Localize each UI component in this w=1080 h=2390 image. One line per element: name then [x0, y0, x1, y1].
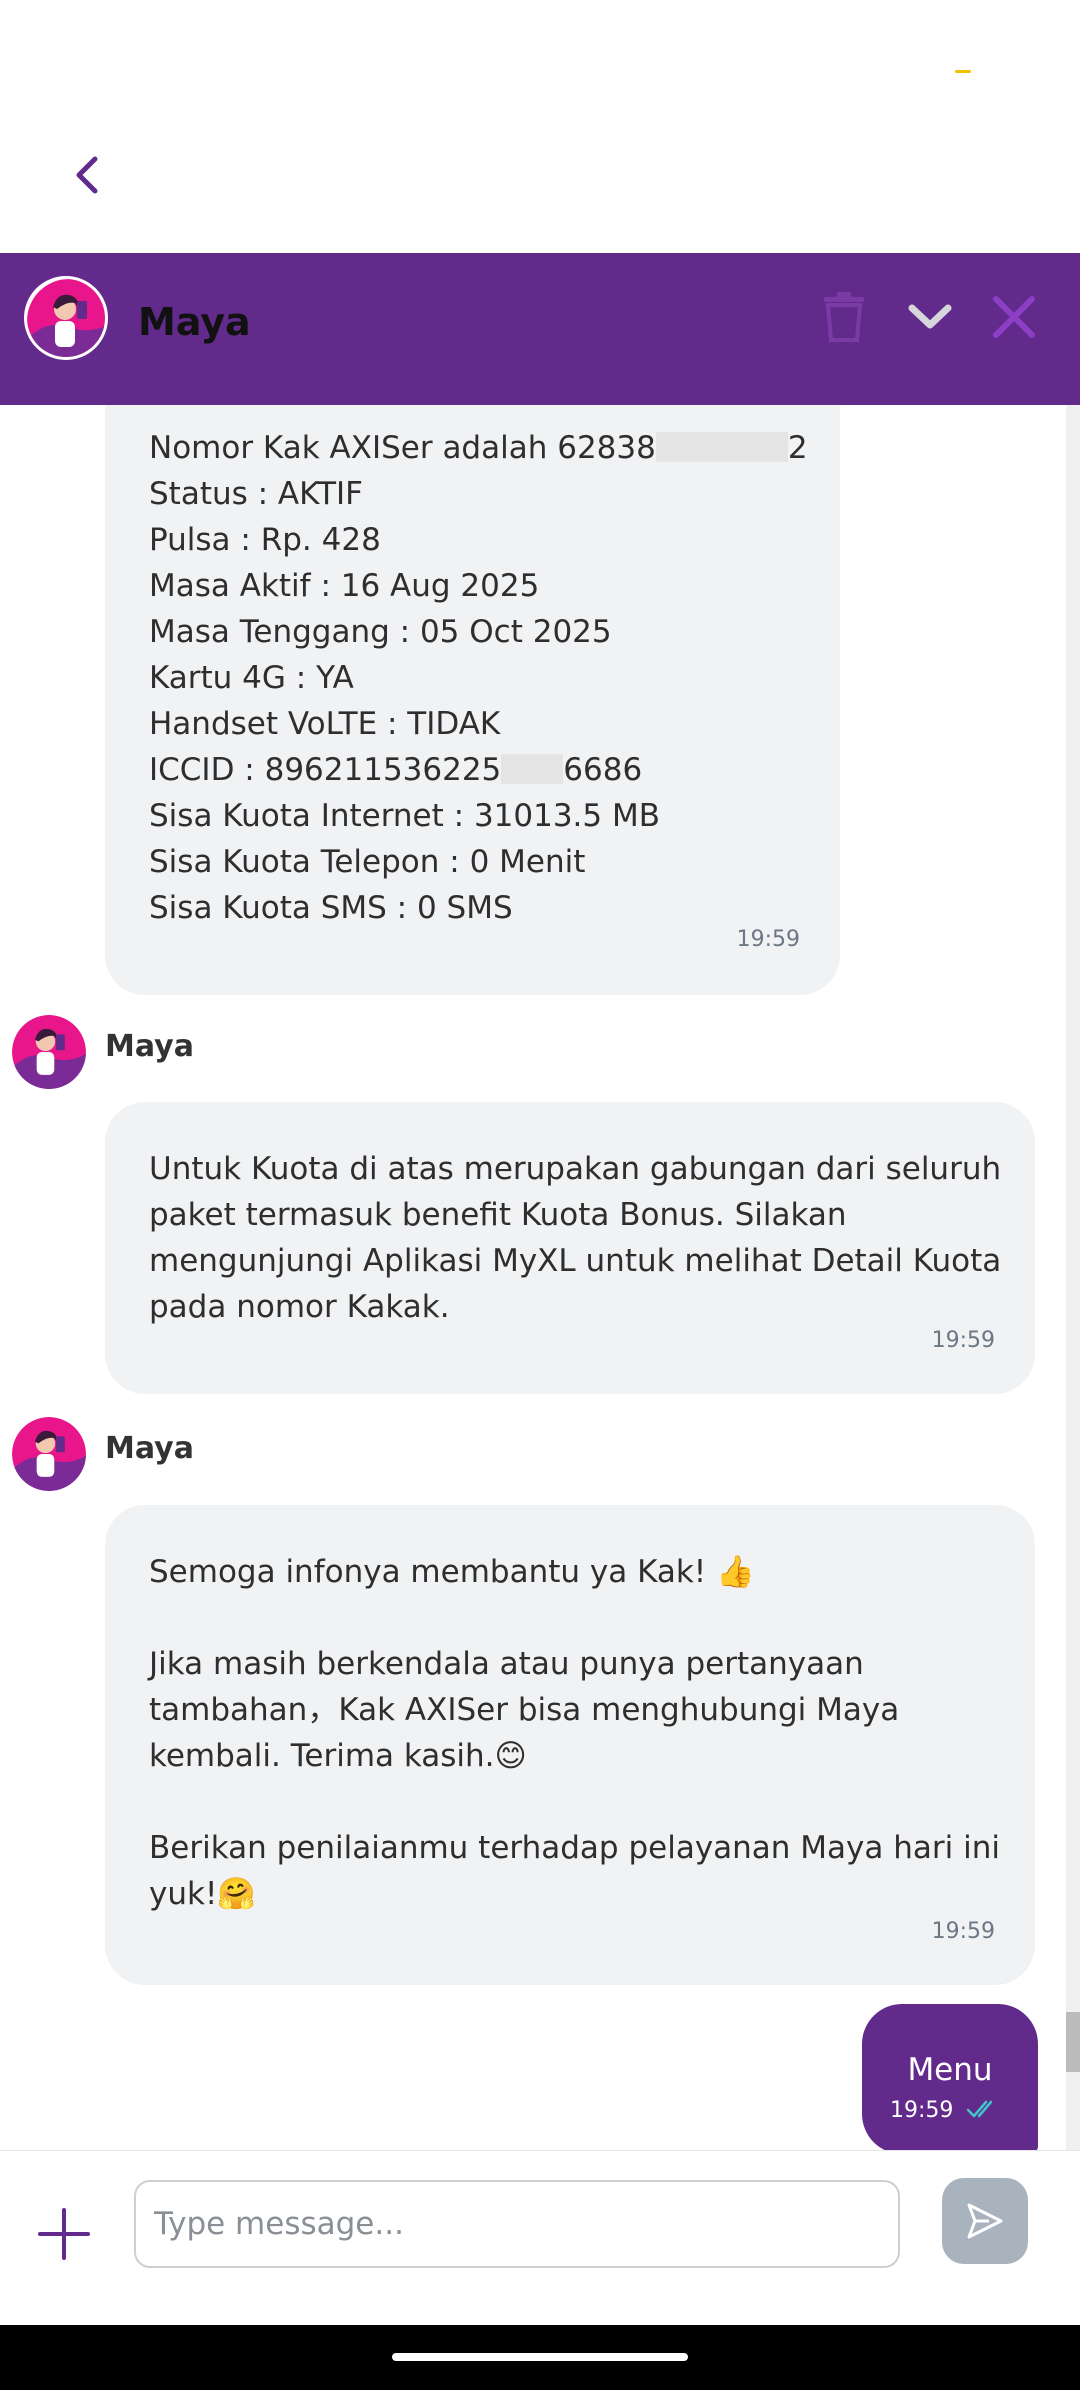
message-line: Semoga infonya membantu ya Kak! 👍 [149, 1554, 755, 1590]
redacted-block [501, 754, 564, 784]
close-icon [993, 296, 1035, 338]
message-list[interactable]: Nomor Kak AXISer adalah 62838 2 Status : … [0, 405, 1080, 2150]
message-line: Pulsa : Rp. 428 [149, 522, 381, 558]
delete-button[interactable] [812, 285, 876, 349]
message-line: kembali. Terima kasih.😊 [149, 1738, 527, 1774]
message-text: Menu [907, 2052, 993, 2088]
double-check-icon [966, 2100, 993, 2118]
message-bubble: Semoga infonya membantu ya Kak! 👍 Jika m… [105, 1505, 1035, 1985]
message-line: Berikan penilaianmu terhadap pelayanan M… [149, 1830, 1000, 1866]
message-line: Sisa Kuota SMS : 0 SMS [149, 890, 513, 926]
message-bubble: Nomor Kak AXISer adalah 62838 2 Status : … [105, 405, 840, 995]
status-indicator [955, 70, 971, 73]
plus-icon [38, 2208, 90, 2260]
message-input-wrapper [134, 2180, 900, 2268]
message-line: Jika masih berkendala atau punya pertany… [149, 1646, 864, 1682]
send-icon [967, 2203, 1003, 2239]
scrollbar-thumb[interactable] [1066, 2012, 1080, 2072]
message-line: Kartu 4G : YA [149, 660, 354, 696]
maya-avatar-icon [12, 1417, 86, 1491]
back-button[interactable] [62, 150, 112, 200]
message-bubble: Untuk Kuota di atas merupakan gabungan d… [105, 1102, 1035, 1394]
message-line: paket termasuk benefit Kuota Bonus. Sila… [149, 1197, 847, 1233]
avatar [24, 276, 108, 360]
message-line: Masa Tenggang : 05 Oct 2025 [149, 614, 612, 650]
message-line: Status : AKTIF [149, 476, 363, 512]
message-line: mengunjungi Aplikasi MyXL untuk melihat … [149, 1243, 1002, 1279]
menu-message-bubble[interactable]: Menu 19:59 [862, 2004, 1038, 2154]
message-time: 19:59 [931, 1328, 995, 1353]
attach-button[interactable] [34, 2204, 94, 2264]
message-time: 19:59 [931, 1919, 995, 1944]
home-indicator[interactable] [392, 2353, 688, 2361]
minimize-button[interactable] [898, 285, 962, 349]
message-line: yuk!🤗 [149, 1876, 256, 1912]
sender-name: Maya [105, 1431, 194, 1466]
message-line: pada nomor Kakak. [149, 1289, 450, 1325]
avatar [12, 1015, 86, 1089]
message-line: Untuk Kuota di atas merupakan gabungan d… [149, 1151, 1002, 1187]
message-line: Handset VoLTE : TIDAK [149, 706, 501, 742]
maya-avatar-icon [12, 1015, 86, 1089]
chevron-down-icon [908, 304, 952, 329]
redacted-block [655, 432, 788, 462]
message-line: Sisa Kuota Telepon : 0 Menit [149, 844, 586, 880]
message-time: 19:59 [890, 2098, 954, 2123]
message-line: Masa Aktif : 16 Aug 2025 [149, 568, 540, 604]
avatar [12, 1417, 86, 1491]
message-time: 19:59 [736, 927, 800, 952]
message-line: Sisa Kuota Internet : 31013.5 MB [149, 798, 661, 834]
message-input[interactable] [136, 2182, 898, 2266]
trash-icon [824, 292, 864, 342]
top-area [0, 0, 1080, 253]
send-button[interactable] [942, 2178, 1028, 2264]
scrollbar[interactable] [1066, 405, 1080, 2150]
back-icon [76, 156, 98, 194]
contact-name: Maya [138, 300, 251, 344]
message-line: Nomor Kak AXISer adalah 62838 2 [149, 430, 808, 466]
sender-name: Maya [105, 1029, 194, 1064]
message-line: tambahan，Kak AXISer bisa menghubungi May… [149, 1692, 900, 1728]
message-line: ICCID : 896211536225 6686 [149, 752, 643, 788]
close-button[interactable] [982, 285, 1046, 349]
